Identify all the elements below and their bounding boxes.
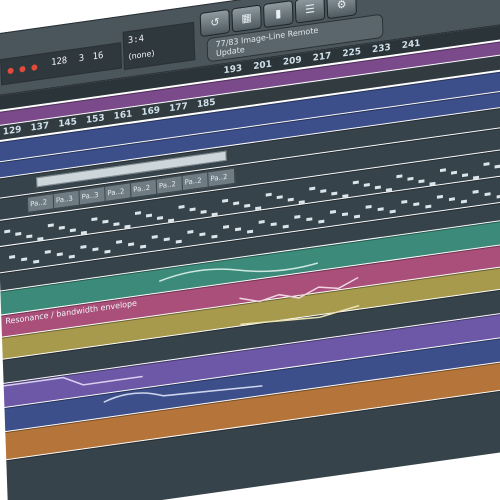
tempo-digits: 128 bbox=[50, 55, 68, 69]
blue-envelope bbox=[103, 385, 263, 403]
ruler-mark: 169 bbox=[141, 105, 161, 119]
note bbox=[496, 194, 500, 199]
ruler-mark: 137 bbox=[30, 121, 50, 134]
pattern-label: (none) bbox=[128, 48, 155, 62]
ruler-mark: 201 bbox=[253, 59, 273, 73]
ruler-mark: 145 bbox=[58, 117, 78, 130]
daw-screenshot: 128 3 16 3:4 (none) ↺ ▦ ▮ ☰ ⚙ ⟳ ⇩ ◉ ✂ ✎ … bbox=[0, 0, 500, 500]
violet-envelope bbox=[3, 375, 143, 387]
ruler-mark: 233 bbox=[371, 42, 391, 56]
mixer-icon[interactable]: ☰ bbox=[294, 0, 326, 24]
daw-window: 128 3 16 3:4 (none) ↺ ▦ ▮ ☰ ⚙ ⟳ ⇩ ◉ ✂ ✎ … bbox=[0, 0, 500, 500]
pink-envelope bbox=[239, 276, 359, 303]
time-signature: 3:4 bbox=[127, 33, 145, 47]
ruler-mark: 129 bbox=[2, 124, 22, 138]
undo-icon[interactable]: ↺ bbox=[199, 8, 231, 38]
ruler-mark: 225 bbox=[342, 46, 362, 60]
step-digits: 3 bbox=[78, 53, 85, 65]
piano-icon[interactable]: ▮ bbox=[263, 0, 294, 29]
record-led[interactable] bbox=[7, 67, 14, 75]
ruler-mark: 161 bbox=[113, 109, 133, 123]
pattern-icon[interactable]: ▦ bbox=[231, 4, 262, 33]
ruler-mark: 185 bbox=[196, 97, 216, 111]
play-led[interactable] bbox=[19, 65, 26, 73]
bar-digits: 16 bbox=[92, 50, 104, 63]
stop-led[interactable] bbox=[31, 64, 38, 71]
teal-envelope bbox=[159, 262, 318, 282]
ruler-mark: 177 bbox=[168, 101, 188, 115]
olive-envelope bbox=[240, 304, 360, 326]
ruler-mark: 153 bbox=[85, 113, 105, 126]
ruler-mark: 217 bbox=[312, 51, 332, 64]
ruler-mark: 193 bbox=[223, 63, 243, 77]
ruler-mark: 241 bbox=[401, 38, 421, 52]
ruler-mark: 209 bbox=[282, 55, 302, 68]
